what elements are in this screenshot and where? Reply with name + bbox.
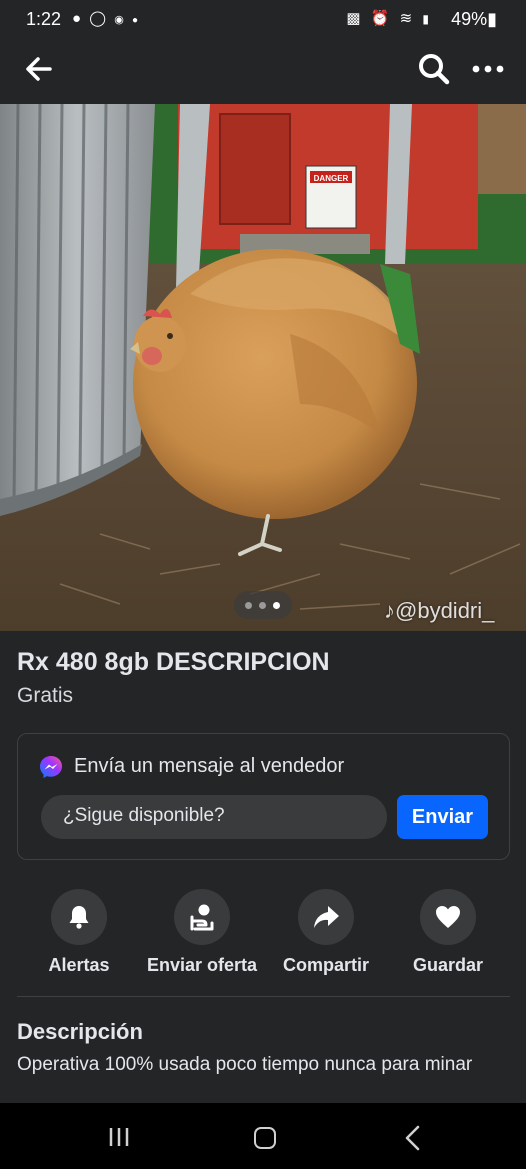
wifi-icon: ≋	[399, 10, 416, 27]
notification-icons: ● ◯ ◉ ●	[72, 9, 140, 27]
alert-button[interactable]: Alertas	[14, 887, 144, 987]
pager-dot	[245, 602, 252, 609]
message-seller-card: Envía un mensaje al vendedor ¿Sigue disp…	[17, 733, 510, 860]
status-bar: 1:22 ● ◯ ◉ ● ▩ ⏰ ≋ ▮ 49%▮	[0, 0, 526, 40]
alarm-icon: ⏰	[370, 10, 393, 27]
battery-saver-icon: ▩	[346, 10, 364, 27]
share-label: Compartir	[282, 955, 369, 975]
save-label: Guardar	[412, 955, 484, 975]
share-button[interactable]: Compartir	[261, 887, 391, 987]
message-card-title: Envía un mensaje al vendedor	[74, 755, 345, 777]
tiktok-watermark: ♪@bydidri_	[384, 598, 495, 623]
dot-icon: ●	[131, 15, 141, 26]
listing-photo[interactable]: DANGER	[0, 104, 526, 631]
recent-apps-icon[interactable]	[107, 1126, 131, 1148]
search-icon[interactable]	[417, 52, 451, 86]
description-heading: Descripción	[17, 1019, 143, 1044]
status-time: 1:22	[26, 9, 62, 29]
heart-icon	[420, 889, 476, 945]
save-button[interactable]: Guardar	[383, 887, 513, 987]
pager-dot	[259, 602, 266, 609]
offer-icon	[174, 889, 230, 945]
pager-dot-active	[273, 602, 280, 609]
alert-label: Alertas	[48, 955, 110, 975]
send-offer-button[interactable]: Enviar oferta	[137, 887, 267, 987]
more-dots-icon[interactable]	[471, 62, 505, 76]
listing-title: Rx 480 8gb DESCRIPCION	[17, 648, 330, 676]
snapchat-icon: ●	[72, 10, 84, 27]
messenger-icon	[39, 755, 63, 779]
nav-back-icon[interactable]	[402, 1125, 424, 1151]
share-icon	[298, 889, 354, 945]
description-text: Operativa 100% usada poco tiempo nunca p…	[17, 1054, 473, 1075]
system-icons: ▩ ⏰ ≋ ▮	[346, 9, 432, 27]
g-icon: ◉	[114, 14, 126, 26]
app-bar	[0, 40, 526, 104]
back-arrow-icon[interactable]	[22, 54, 56, 84]
action-row: Alertas Enviar oferta Compartir Guardar	[0, 887, 526, 987]
message-input[interactable]: ¿Sigue disponible?	[41, 795, 387, 839]
system-nav-bar	[0, 1103, 526, 1169]
signal-icon: ▮	[422, 12, 432, 26]
listing-price: Gratis	[17, 684, 74, 707]
divider	[17, 996, 510, 997]
whatsapp-icon: ◯	[89, 10, 109, 27]
danger-sign-text: DANGER	[314, 174, 349, 183]
home-icon[interactable]	[254, 1127, 276, 1149]
photo-pager[interactable]	[234, 591, 292, 619]
battery-level: 49%▮	[451, 9, 497, 29]
send-button[interactable]: Enviar	[397, 795, 488, 839]
send-offer-label: Enviar oferta	[146, 955, 258, 975]
bell-icon	[51, 889, 107, 945]
